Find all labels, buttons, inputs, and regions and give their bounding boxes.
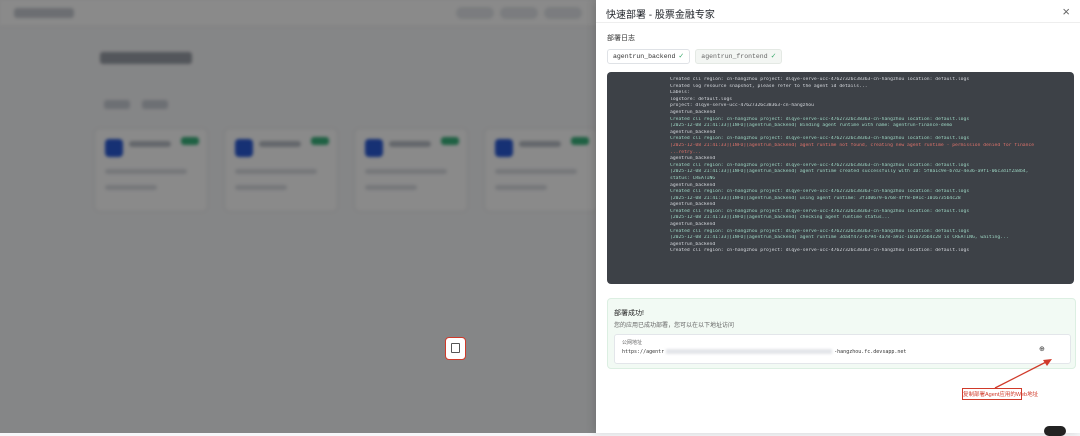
service-tag-backend[interactable]: agentrun_backend ✓ xyxy=(607,49,691,64)
redacted-mask xyxy=(666,349,833,354)
floating-help-button[interactable] xyxy=(1044,426,1066,436)
service-tags: agentrun_backend ✓ agentrun_frontend ✓ xyxy=(607,49,783,64)
log-line: ...retry... xyxy=(670,149,702,155)
tag-label: agentrun_frontend xyxy=(701,53,768,60)
log-line: [2025-12-08 21:41:33][INFO][agentrun_bac… xyxy=(670,123,953,129)
log-line: Created cli region: cn-hangzhou project:… xyxy=(670,116,970,122)
log-lines: Created cli region: cn-hangzhou project:… xyxy=(670,77,1066,255)
copy-url-button[interactable] xyxy=(445,337,466,360)
log-line: Created log resource snapshot, please re… xyxy=(670,83,868,89)
log-line: agentrun_backend xyxy=(670,241,716,247)
log-line: [2025-12-08 21:41:33][INFO][agentrun_bac… xyxy=(670,142,1035,148)
log-line: agentrun_backend xyxy=(670,222,716,228)
endpoint-url[interactable]: https://agentr -hangzhou.fc.devsapp.net xyxy=(622,349,906,355)
check-icon: ✓ xyxy=(770,53,777,61)
log-line: agentrun_backend xyxy=(670,129,716,135)
endpoint-url-prefix: https://agentr xyxy=(622,349,665,355)
log-line: Created cli region: cn-hangzhou project:… xyxy=(670,248,970,254)
log-line: status: CREATING xyxy=(670,175,716,181)
log-line: logstore: default.logs xyxy=(670,96,733,102)
drawer-title: 快速部署 - 股票金融专家 xyxy=(606,10,715,21)
log-line: agentrun_backend xyxy=(670,202,716,208)
log-line: [2025-12-08 21:41:33][INFO][agentrun_bac… xyxy=(670,195,961,201)
endpoint-box: 公网地址 https://agentr -hangzhou.fc.devsapp.… xyxy=(614,334,1071,364)
annotation-text: 复制部署Agent应用的Web地址 xyxy=(963,392,1039,398)
annotation-callout: 复制部署Agent应用的Web地址 xyxy=(962,388,1039,400)
endpoint-url-suffix: -hangzhou.fc.devsapp.net xyxy=(834,349,907,355)
deploy-log-console[interactable]: Created cli region: cn-hangzhou project:… xyxy=(607,72,1074,284)
modal-overlay[interactable] xyxy=(0,0,596,433)
log-line: Created cli region: cn-hangzhou project:… xyxy=(670,189,970,195)
log-line: Labels: xyxy=(670,90,690,96)
log-line: [2025-12-08 21:41:33][INFO][agentrun_bac… xyxy=(670,215,891,221)
copy-icon xyxy=(451,343,460,353)
log-line: [2025-12-08 21:41:33][INFO][agentrun_bac… xyxy=(670,235,1009,241)
success-title: 部署成功! xyxy=(614,310,644,317)
check-icon: ✓ xyxy=(678,53,685,61)
success-panel: 部署成功! 您的应用已成功部署，您可以在以下地址访问 公网地址 https://… xyxy=(607,298,1076,369)
log-line: Created cli region: cn-hangzhou project:… xyxy=(670,136,970,142)
tag-label: agentrun_backend xyxy=(613,53,676,60)
log-line: agentrun_backend xyxy=(670,109,716,115)
deploy-drawer: 快速部署 - 股票金融专家 × 部署日志 agentrun_backend ✓ … xyxy=(596,0,1080,433)
log-line: agentrun_backend xyxy=(670,156,716,162)
section-label: 部署日志 xyxy=(607,35,635,42)
close-icon[interactable]: × xyxy=(1062,4,1070,19)
endpoint-label: 公网地址 xyxy=(622,340,643,346)
log-line: Created cli region: cn-hangzhou project:… xyxy=(670,228,970,234)
open-link-icon[interactable]: ⊕ xyxy=(1039,345,1045,353)
log-line: Created cli region: cn-hangzhou project:… xyxy=(670,77,970,82)
log-line: Created cli region: cn-hangzhou project:… xyxy=(670,208,970,214)
header-divider xyxy=(596,22,1080,23)
success-description: 您的应用已成功部署，您可以在以下地址访问 xyxy=(614,323,735,329)
log-line: [2025-12-08 21:41:33][INFO][agentrun_bac… xyxy=(670,169,1029,175)
service-tag-frontend[interactable]: agentrun_frontend ✓ xyxy=(695,49,783,64)
log-line: agentrun_backend xyxy=(670,182,716,188)
log-line: Created cli region: cn-hangzhou project:… xyxy=(670,162,970,168)
log-line: project: dlqye-serve-ucc-47627326c38363-… xyxy=(670,103,814,109)
